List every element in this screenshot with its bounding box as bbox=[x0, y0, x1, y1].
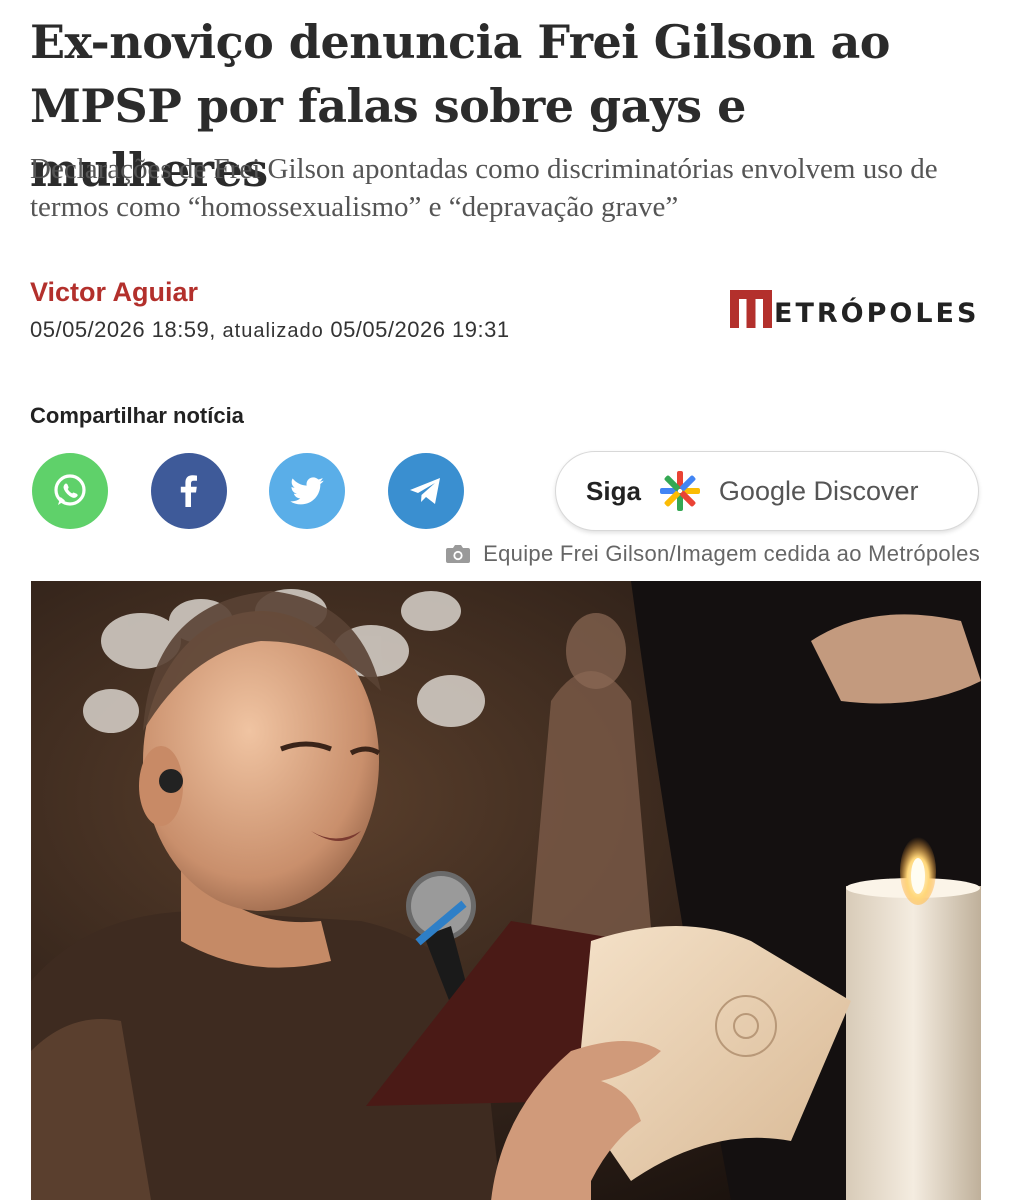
twitter-share-button[interactable] bbox=[269, 453, 345, 529]
google-discover-follow-button[interactable]: Siga Google Discover bbox=[555, 451, 979, 531]
logo-wordmark: ETRÓPOLES bbox=[774, 298, 980, 329]
photo-illustration bbox=[31, 581, 981, 1200]
article-subtitle: Declarações de Frei Gilson apontadas com… bbox=[30, 153, 938, 223]
author-link[interactable]: Victor Aguiar bbox=[30, 277, 198, 308]
camera-icon bbox=[446, 545, 471, 563]
updated-date: 05/05/2026 19:31 bbox=[330, 317, 510, 342]
article-photo bbox=[31, 581, 981, 1200]
twitter-icon bbox=[290, 477, 324, 505]
photo-credit-text: Equipe Frei Gilson/Imagem cedida ao Metr… bbox=[483, 541, 980, 566]
published-date: 05/05/2026 18:59, bbox=[30, 317, 216, 342]
follow-label: Siga bbox=[586, 475, 641, 506]
photo-credit: Equipe Frei Gilson/Imagem cedida ao Metr… bbox=[445, 541, 980, 567]
updated-label: atualizado bbox=[222, 320, 324, 342]
facebook-icon bbox=[180, 475, 197, 507]
dateline: 05/05/2026 18:59, atualizado 05/05/2026 … bbox=[30, 317, 510, 343]
telegram-share-button[interactable] bbox=[388, 453, 464, 529]
share-title: Compartilhar notícia bbox=[30, 403, 244, 428]
google-discover-icon bbox=[659, 471, 700, 511]
telegram-icon bbox=[410, 478, 440, 504]
metropoles-logo[interactable]: ETRÓPOLES bbox=[730, 288, 979, 328]
whatsapp-icon bbox=[54, 474, 86, 506]
logo-m-mark bbox=[730, 290, 772, 328]
google-discover-label: Google Discover bbox=[718, 475, 919, 506]
whatsapp-share-button[interactable] bbox=[32, 453, 108, 529]
facebook-share-button[interactable] bbox=[151, 453, 227, 529]
